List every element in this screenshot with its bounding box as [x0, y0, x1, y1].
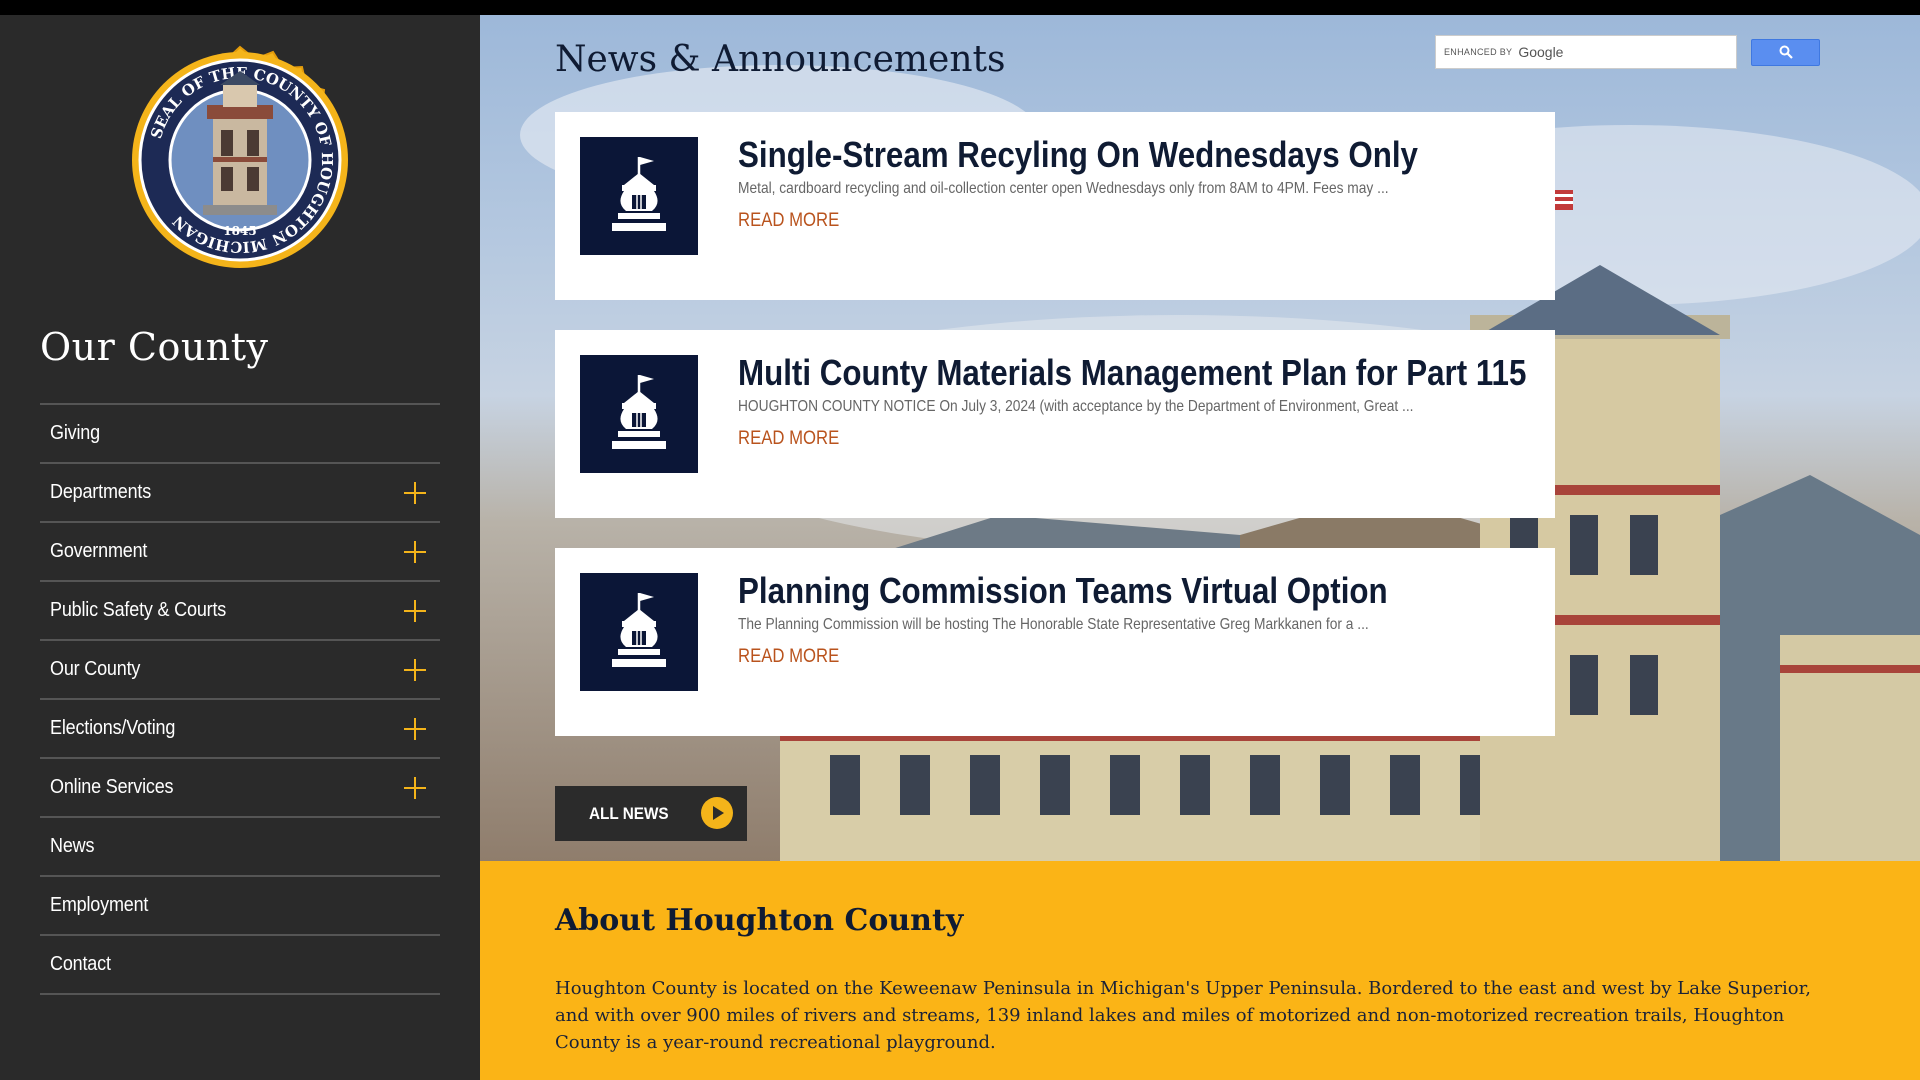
plus-icon[interactable]	[404, 658, 426, 681]
news-heading: News & Announcements	[555, 39, 1006, 80]
sidebar-title: Our County	[40, 325, 269, 369]
sidebar-item-label: Contact	[50, 953, 111, 975]
search-provider-label: Google	[1518, 44, 1564, 60]
news-card: Multi County Materials Management Plan f…	[555, 330, 1555, 518]
search-icon	[1779, 45, 1793, 59]
sidebar-item-label: Employment	[50, 894, 149, 916]
all-news-label: ALL NEWS	[589, 803, 669, 823]
sidebar-item-our-county[interactable]: Our County	[40, 641, 440, 700]
read-more-link[interactable]: READ MORE	[738, 646, 839, 668]
sidebar-item-label: Online Services	[50, 776, 174, 798]
courthouse-icon	[612, 375, 666, 449]
news-card: Single-Stream Recyling On Wednesdays Onl…	[555, 112, 1555, 300]
sidebar-item-label: News	[50, 835, 95, 857]
all-news-button[interactable]: ALL NEWS	[555, 786, 747, 841]
plus-icon[interactable]	[404, 776, 426, 799]
sidebar-item-giving[interactable]: Giving	[40, 405, 440, 464]
sidebar-item-label: Departments	[50, 481, 152, 503]
top-bar	[0, 0, 1920, 15]
site-search: ENHANCED BY Google	[1435, 35, 1820, 69]
sidebar: SEAL OF THE COUNTY OF HOUGHTON MICHIGAN …	[0, 15, 480, 1080]
seal-year: 1845	[223, 224, 256, 238]
sidebar-item-label: Public Safety & Courts	[50, 599, 227, 621]
search-button[interactable]	[1751, 38, 1820, 66]
sidebar-item-departments[interactable]: Departments	[40, 464, 440, 523]
courthouse-icon	[612, 157, 666, 231]
sidebar-item-elections-voting[interactable]: Elections/Voting	[40, 700, 440, 759]
sidebar-item-public-safety-courts[interactable]: Public Safety & Courts	[40, 582, 440, 641]
news-thumbnail[interactable]	[580, 137, 698, 255]
sidebar-item-employment[interactable]: Employment	[40, 877, 440, 936]
sidebar-item-contact[interactable]: Contact	[40, 936, 440, 995]
play-arrow-icon	[701, 797, 733, 829]
news-title[interactable]: Planning Commission Teams Virtual Option	[738, 570, 1388, 612]
news-title[interactable]: Multi County Materials Management Plan f…	[738, 352, 1526, 394]
sidebar-item-label: Elections/Voting	[50, 717, 176, 739]
about-section: About Houghton County Houghton County is…	[480, 861, 1920, 1080]
county-seal-logo[interactable]: SEAL OF THE COUNTY OF HOUGHTON MICHIGAN …	[115, 35, 365, 285]
search-enhanced-label: ENHANCED BY	[1444, 47, 1513, 57]
sidebar-nav: Giving Departments Government Public Saf…	[40, 403, 440, 995]
news-card: Planning Commission Teams Virtual Option…	[555, 548, 1555, 736]
about-title: About Houghton County	[555, 903, 964, 938]
courthouse-icon	[612, 593, 666, 667]
sidebar-item-label: Government	[50, 540, 148, 562]
news-title[interactable]: Single-Stream Recyling On Wednesdays Onl…	[738, 134, 1418, 176]
search-input[interactable]: ENHANCED BY Google	[1435, 35, 1737, 69]
news-thumbnail[interactable]	[580, 573, 698, 691]
news-thumbnail[interactable]	[580, 355, 698, 473]
sidebar-item-government[interactable]: Government	[40, 523, 440, 582]
news-excerpt: HOUGHTON COUNTY NOTICE On July 3, 2024 (…	[738, 398, 1414, 415]
plus-icon[interactable]	[404, 540, 426, 563]
plus-icon[interactable]	[404, 481, 426, 504]
news-excerpt: Metal, cardboard recycling and oil-colle…	[738, 180, 1389, 197]
news-hero: News & Announcements ENHANCED BY Google	[480, 15, 1920, 861]
about-text: Houghton County is located on the Keween…	[555, 978, 1811, 1053]
sidebar-item-news[interactable]: News	[40, 818, 440, 877]
read-more-link[interactable]: READ MORE	[738, 210, 839, 232]
plus-icon[interactable]	[404, 717, 426, 740]
plus-icon[interactable]	[404, 599, 426, 622]
sidebar-item-label: Giving	[50, 422, 100, 444]
read-more-link[interactable]: READ MORE	[738, 428, 839, 450]
news-excerpt: The Planning Commission will be hosting …	[738, 616, 1369, 633]
sidebar-item-label: Our County	[50, 658, 141, 680]
sidebar-item-online-services[interactable]: Online Services	[40, 759, 440, 818]
